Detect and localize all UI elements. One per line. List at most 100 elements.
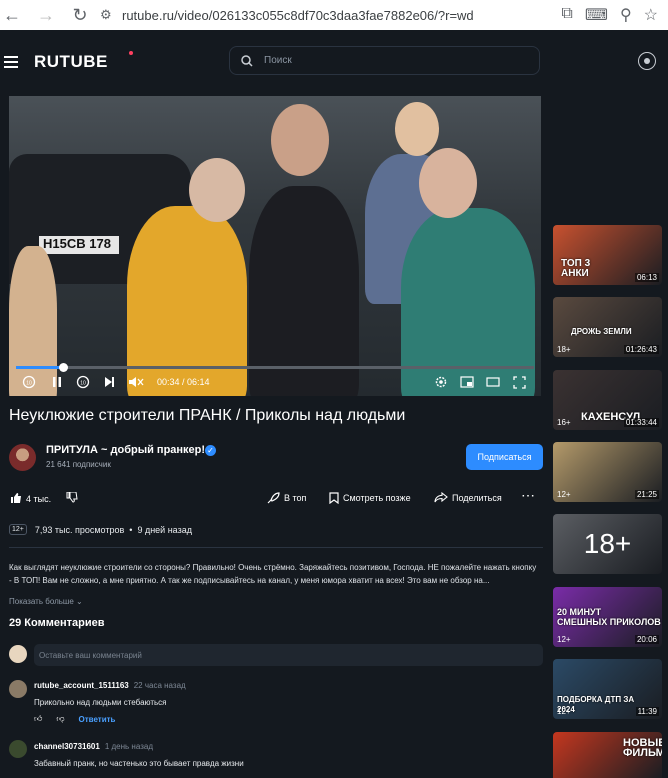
progress-fill (16, 366, 64, 369)
mute-icon[interactable] (128, 376, 144, 388)
address-bar[interactable]: ⚙ rutube.ru/video/026133c055c8df70c3daa3… (100, 2, 551, 28)
forward-10-icon[interactable]: 10 (76, 375, 90, 389)
comment-text: Прикольно над людьми стебаються (34, 698, 167, 707)
time-display: 00:34 / 06:14 (157, 377, 210, 387)
channel-avatar[interactable] (9, 444, 36, 471)
settings-gear-icon[interactable] (434, 375, 448, 389)
video-meta: 12+ 7,93 тыс. просмотров • 9 дней назад (9, 524, 192, 535)
open-in-app-icon[interactable]: ⧉ (561, 5, 572, 25)
progress-bar[interactable] (16, 363, 534, 372)
age-rating-badge: 12+ (557, 490, 571, 499)
recommended-video[interactable]: НОВЫЕФИЛЬМЫ 2024 (553, 732, 662, 778)
channel-name[interactable]: ПРИТУЛА ~ добрый пранкер! (46, 444, 205, 456)
pause-icon[interactable] (51, 376, 63, 388)
search-icon[interactable] (230, 54, 264, 67)
thumb-up-icon (10, 492, 22, 505)
recommended-video[interactable]: ПОДБОРКА ДТП ЗА 2024 12+ 11:39 (553, 659, 662, 719)
menu-icon[interactable] (4, 56, 18, 68)
video-duration: 01:33:44 (623, 418, 659, 427)
age-rating-badge: 18+ (557, 345, 571, 354)
comment-actions: 👍︎ 👎︎ Ответить (34, 714, 115, 724)
comment-avatar[interactable] (9, 740, 27, 758)
video-player[interactable]: Н15СВ 178 10 10 00:34 / 06:14 (9, 96, 541, 396)
comment-text: Забавный пранк, но частенько это бывает … (34, 759, 244, 768)
recommended-video[interactable]: 18+ (553, 514, 662, 574)
divider (9, 547, 543, 548)
more-options-icon[interactable]: ⋯ (521, 487, 535, 504)
reply-button[interactable]: Ответить (79, 715, 116, 724)
age-rating-badge: 12+ (557, 707, 571, 716)
separator: • (129, 524, 133, 535)
comment-username[interactable]: channel30731601 (34, 742, 100, 751)
rutube-logo[interactable]: RUTUBE (34, 52, 108, 72)
subscriber-count: 21 641 подписчик (46, 460, 111, 469)
person-head-shape (271, 104, 329, 176)
zoom-icon[interactable]: ⚲ (620, 5, 632, 25)
video-duration: 11:39 (635, 707, 659, 716)
comment-avatar[interactable] (9, 680, 27, 698)
bookmark-star-icon[interactable]: ☆ (644, 5, 658, 25)
forward-icon[interactable]: → (34, 5, 58, 26)
comment-author[interactable]: rutube_account_1511163 22 часа назад (34, 681, 186, 690)
comment-time: 1 день назад (104, 742, 153, 751)
subscribe-button[interactable]: Подписаться (466, 444, 543, 470)
video-duration: 20:06 (634, 635, 659, 644)
recommended-video[interactable]: КАХЕНСУЛ 16+ 01:33:44 (553, 370, 662, 430)
age-rating-badge: 12+ (9, 524, 27, 535)
thumbnail-title: НОВЫЕФИЛЬМЫ 2024 (623, 737, 662, 759)
bookmark-icon (329, 492, 339, 504)
thumbnail-title: ТОП 3 АНКИ (561, 258, 591, 279)
browser-toolbar: ← → ↻ ⚙ rutube.ru/video/026133c055c8df70… (0, 0, 668, 30)
search-box[interactable] (229, 46, 540, 75)
comment-input[interactable] (34, 644, 543, 666)
svg-text:10: 10 (26, 381, 32, 387)
thumb-down-icon (66, 492, 78, 503)
comment-author[interactable]: channel30731601 1 день назад (34, 742, 153, 751)
person-shape (249, 186, 359, 396)
recommended-video[interactable]: 20 МИНУТ СМЕШНЫХ ПРИКОЛОВ 12+ 20:06 (553, 587, 662, 647)
rutube-app: RUTUBE Н15СВ 178 10 (0, 30, 668, 778)
miniplayer-icon[interactable] (460, 376, 474, 388)
publish-date: 9 дней назад (137, 524, 192, 535)
reload-icon[interactable]: ↻ (68, 5, 92, 26)
progress-handle[interactable] (59, 363, 69, 372)
like-button[interactable]: 4 тыс. (10, 492, 51, 505)
fullscreen-icon[interactable] (513, 376, 526, 389)
rewind-10-icon[interactable]: 10 (22, 375, 36, 389)
theater-mode-icon[interactable] (486, 376, 500, 388)
my-avatar (9, 645, 27, 663)
share-button[interactable]: Поделиться (434, 492, 502, 503)
search-input[interactable] (264, 55, 396, 66)
site-settings-icon[interactable]: ⚙ (100, 7, 122, 23)
show-more-link[interactable]: Показать больше ⌄ (9, 597, 83, 606)
video-title: Неуклюжие строители ПРАНК / Приколы над … (9, 407, 406, 424)
car-plate: Н15СВ 178 (39, 236, 119, 254)
svg-text:10: 10 (80, 381, 86, 387)
dislike-button[interactable] (66, 492, 78, 503)
comment-time: 22 часа назад (133, 681, 186, 690)
upload-icon[interactable] (638, 52, 656, 70)
next-icon[interactable] (103, 376, 115, 388)
logo-dot (129, 51, 133, 55)
view-count: 7,93 тыс. просмотров (34, 524, 125, 535)
age-rating-badge: 16+ (557, 418, 571, 427)
recommended-video[interactable]: 12+ 21:25 (553, 442, 662, 502)
back-icon[interactable]: ← (0, 5, 24, 26)
video-duration: 21:25 (634, 490, 659, 499)
translate-icon[interactable]: ⌨ (585, 5, 608, 25)
comment-like-icon[interactable]: 👍︎ (34, 714, 42, 724)
to-top-button[interactable]: В топ (267, 492, 306, 504)
person-head-shape (395, 102, 439, 156)
watch-later-button[interactable]: Смотреть позже (329, 492, 411, 504)
recommended-video[interactable]: ДРОЖЬ ЗЕМЛИ 18+ 01:26:43 (553, 297, 662, 357)
url-text: rutube.ru/video/026133c055c8df70c3daa3fa… (122, 7, 474, 23)
comment-username[interactable]: rutube_account_1511163 (34, 681, 129, 690)
watch-later-label: Смотреть позже (343, 493, 411, 503)
recommended-video[interactable]: ТОП 3 АНКИ 06:13 (553, 225, 662, 285)
age-rating-badge: 12+ (557, 635, 571, 644)
video-duration: 06:13 (634, 273, 659, 282)
share-label: Поделиться (452, 492, 502, 503)
comment-dislike-icon[interactable]: 👎︎ (56, 714, 64, 724)
rocket-icon (267, 492, 280, 504)
video-duration: 01:26:43 (623, 345, 659, 354)
